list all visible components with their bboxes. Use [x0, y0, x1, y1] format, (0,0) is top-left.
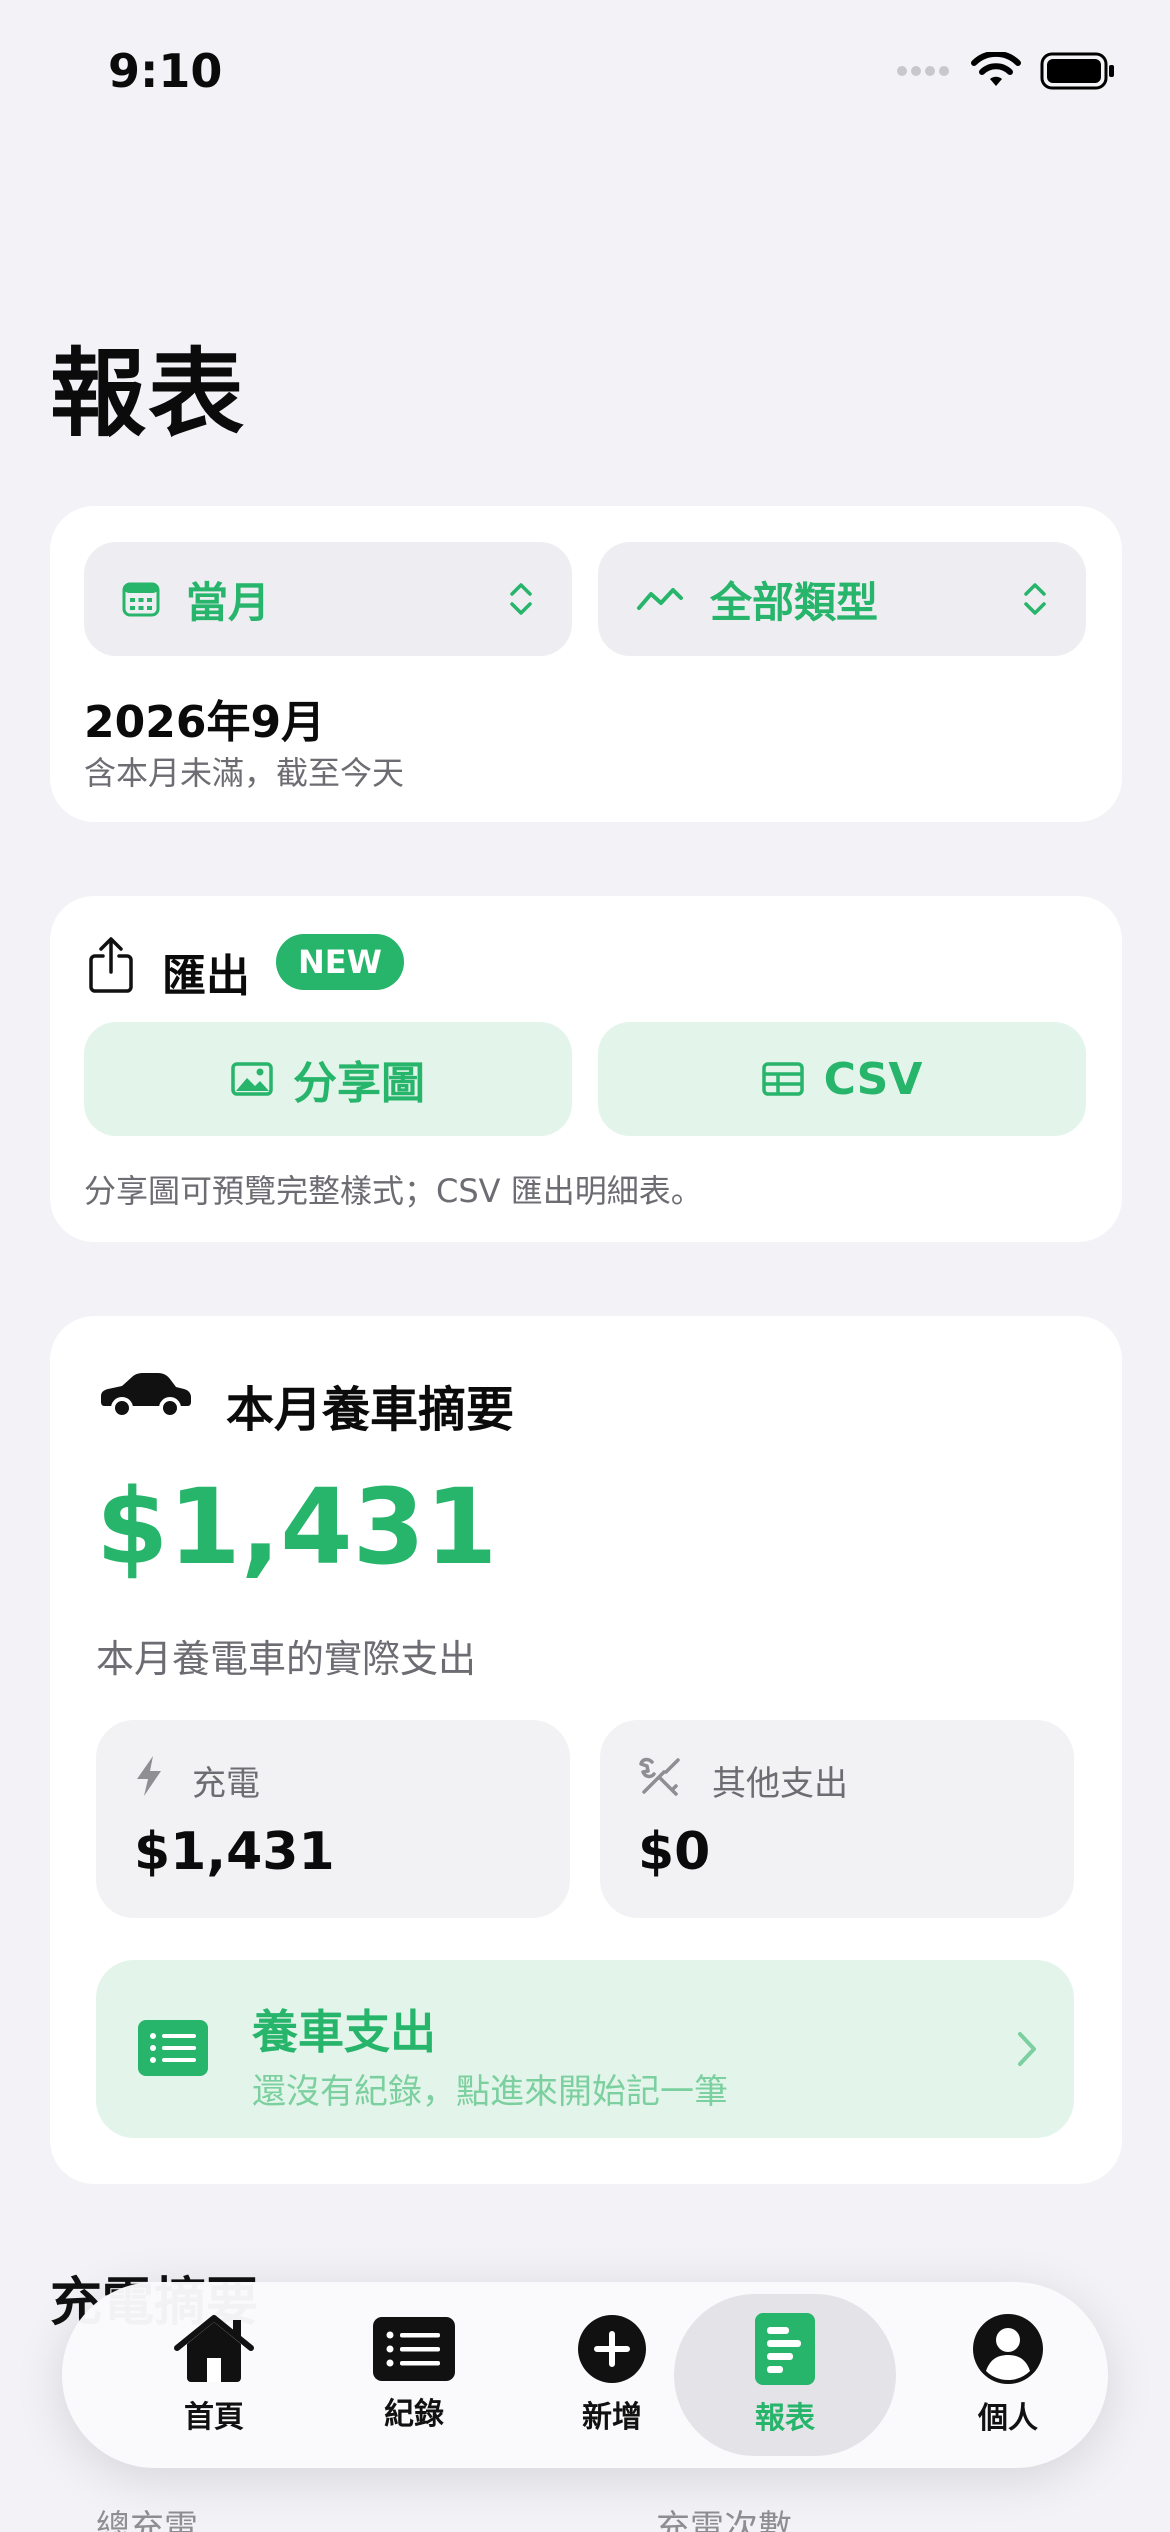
tools-icon	[639, 1757, 680, 1796]
battery-icon	[1040, 52, 1114, 90]
charging-summary-right-label: 充電次數	[656, 2508, 792, 2532]
filter-card: 當月 全部類型 2026年9月 含本月未滿，截至今天	[50, 506, 1122, 822]
share-image-label: 分享圖	[293, 1058, 425, 1109]
chevron-right-icon	[1018, 2032, 1036, 2066]
charging-summary-left-label: 總充電	[96, 2508, 198, 2532]
other-expense-value: $0	[638, 1822, 711, 1882]
house-icon	[174, 2315, 254, 2382]
plus-circle-icon	[578, 2315, 646, 2383]
other-expense-label: 其他支出	[712, 1764, 848, 1804]
tab-profile-label: 個人	[978, 2401, 1038, 2436]
cellular-signal-icon	[897, 66, 949, 76]
car-icon	[101, 1373, 191, 1418]
charging-value: $1,431	[134, 1822, 335, 1882]
tab-home[interactable]: 首頁	[114, 2294, 314, 2456]
page-title: 報表	[50, 338, 246, 450]
chevron-updown-icon	[510, 583, 532, 615]
tab-add-label: 新增	[582, 2400, 642, 2435]
other-expense-card: 其他支出 $0	[600, 1720, 1074, 1918]
export-hint: 分享圖可預覽完整樣式；CSV 匯出明細表。	[84, 1172, 703, 1210]
charging-card: 充電 $1,431	[96, 1720, 570, 1918]
date-title: 2026年9月	[84, 697, 326, 748]
trend-icon	[637, 588, 683, 610]
calendar-icon	[122, 582, 160, 617]
summary-title: 本月養車摘要	[226, 1382, 515, 1438]
wifi-icon	[971, 52, 1021, 86]
expense-title: 養車支出	[252, 2005, 436, 2059]
summary-total: $1,431	[96, 1466, 498, 1588]
expense-subtitle: 還沒有紀錄，點進來開始記一筆	[252, 2072, 728, 2112]
status-icons	[896, 52, 1116, 90]
report-icon	[755, 2313, 815, 2385]
tab-home-label: 首頁	[184, 2400, 244, 2435]
person-circle-icon	[973, 2314, 1043, 2384]
date-note: 含本月未滿，截至今天	[84, 754, 405, 792]
tab-records[interactable]: 紀錄	[314, 2294, 514, 2456]
export-card: 匯出 NEW 分享圖 CSV 分享圖可預覽完整樣式；CSV 匯出明細表。	[50, 896, 1122, 1242]
tab-bar: 首頁 紀錄 新增 報表 個人	[62, 2282, 1108, 2468]
period-selector[interactable]: 當月	[84, 542, 572, 656]
chevron-updown-icon	[1024, 583, 1046, 615]
tab-reports-label: 報表	[755, 2401, 815, 2436]
share-image-button[interactable]: 分享圖	[84, 1022, 572, 1136]
summary-card: 本月養車摘要 $1,431 本月養電車的實際支出 充電 $1,431 其他支出 …	[50, 1316, 1122, 2184]
status-bar: 9:10	[0, 0, 1170, 150]
new-badge: NEW	[276, 934, 404, 990]
tab-reports[interactable]: 報表	[674, 2294, 896, 2456]
type-selector[interactable]: 全部類型	[598, 542, 1086, 656]
share-icon	[89, 937, 133, 993]
csv-export-button[interactable]: CSV	[598, 1022, 1086, 1136]
charging-label: 充電	[192, 1764, 260, 1804]
summary-subtitle: 本月養電車的實際支出	[96, 1637, 477, 1681]
tab-profile[interactable]: 個人	[908, 2294, 1108, 2456]
status-time: 9:10	[108, 44, 223, 98]
list-icon	[373, 2317, 455, 2381]
bolt-icon	[137, 1756, 161, 1796]
list-icon	[138, 2020, 208, 2076]
period-label: 當月	[186, 577, 271, 627]
expense-record-row[interactable]: 養車支出 還沒有紀錄，點進來開始記一筆	[96, 1960, 1074, 2138]
tab-records-label: 紀錄	[384, 2397, 444, 2432]
photo-icon	[231, 1062, 273, 1096]
type-label: 全部類型	[710, 577, 879, 627]
csv-label: CSV	[823, 1053, 923, 1105]
export-title: 匯出	[162, 951, 250, 1002]
table-icon	[761, 1062, 804, 1096]
